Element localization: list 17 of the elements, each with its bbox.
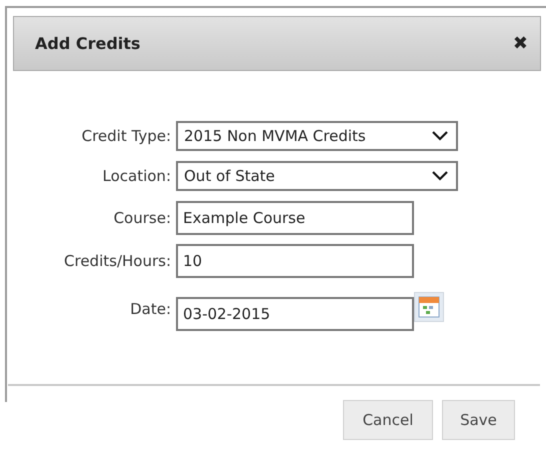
- dropdown[interactable]: 2015 Non MVMA Credits: [176, 121, 458, 151]
- dropdown[interactable]: Out of State: [176, 161, 458, 191]
- save-button[interactable]: Save: [442, 400, 515, 440]
- close-button[interactable]: ✖: [512, 34, 528, 52]
- field-label: Date:: [129, 299, 172, 320]
- date-field[interactable]: 03-02-2015: [176, 297, 414, 331]
- field-label: Credit Type:: [80, 126, 172, 147]
- chevron-down-icon: [432, 131, 448, 141]
- input-field[interactable]: Example Course: [176, 201, 414, 235]
- field-label: Location:: [102, 166, 172, 187]
- field-label: Credits/Hours:: [63, 250, 172, 272]
- field-label: Course:: [112, 208, 172, 229]
- input-field[interactable]: 10: [176, 244, 414, 278]
- chevron-down-icon: [432, 171, 448, 181]
- calendar-icon[interactable]: [414, 292, 444, 322]
- dialog-title: Add Credits: [35, 32, 140, 54]
- cancel-button[interactable]: Cancel: [343, 400, 433, 440]
